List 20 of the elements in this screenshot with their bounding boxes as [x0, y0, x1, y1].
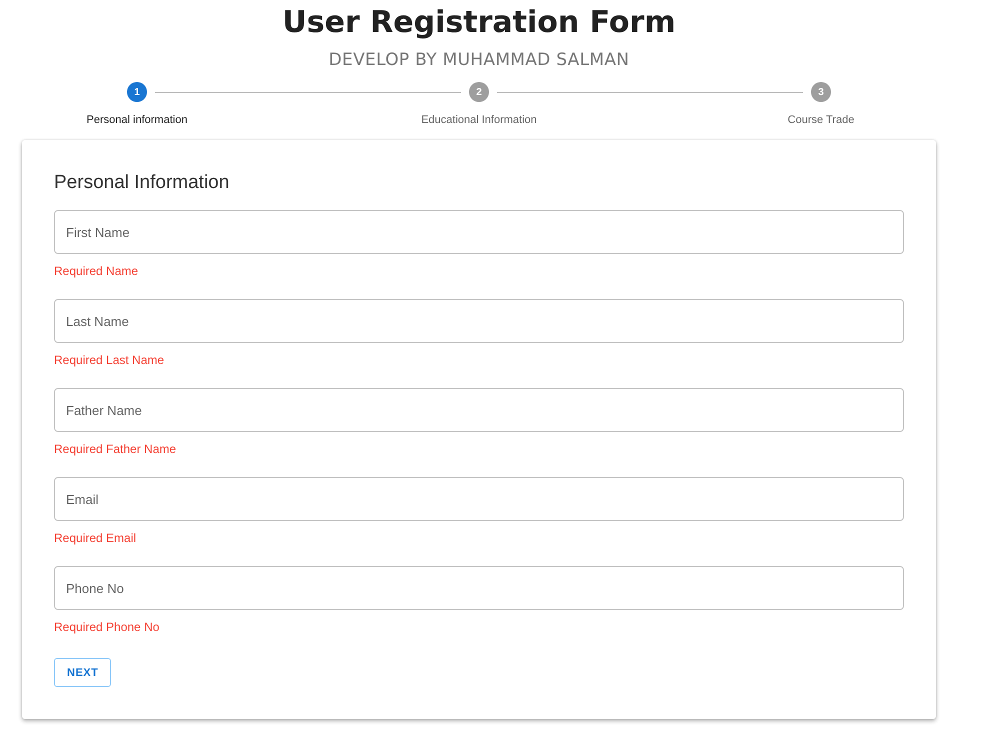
step-label: Personal information [86, 114, 188, 126]
error-message: Required Name [54, 263, 140, 279]
page-title: User Registration Form [282, 4, 676, 42]
error-message: Required Father Name [54, 441, 178, 457]
step-label: Educational Information [420, 114, 538, 126]
step-number[interactable]: 1 [127, 82, 147, 102]
page-subtitle: DEVELOP BY MUHAMMAD SALMAN [328, 50, 630, 70]
next-button[interactable]: NEXT [54, 658, 112, 687]
step-number[interactable]: 2 [469, 82, 489, 102]
input-field[interactable]: Email [54, 477, 904, 521]
input-field[interactable]: Father Name [54, 388, 904, 432]
error-message: Required Email [54, 530, 138, 546]
input-field[interactable]: Phone No [54, 566, 904, 610]
step-number[interactable]: 3 [811, 82, 831, 102]
input-field[interactable]: First Name [54, 210, 904, 254]
form-title: Personal Information [54, 172, 230, 194]
input-field[interactable]: Last Name [54, 299, 904, 343]
error-message: Required Phone No [54, 619, 160, 635]
error-message: Required Last Name [54, 352, 166, 368]
step-label: Course Trade [786, 114, 856, 126]
